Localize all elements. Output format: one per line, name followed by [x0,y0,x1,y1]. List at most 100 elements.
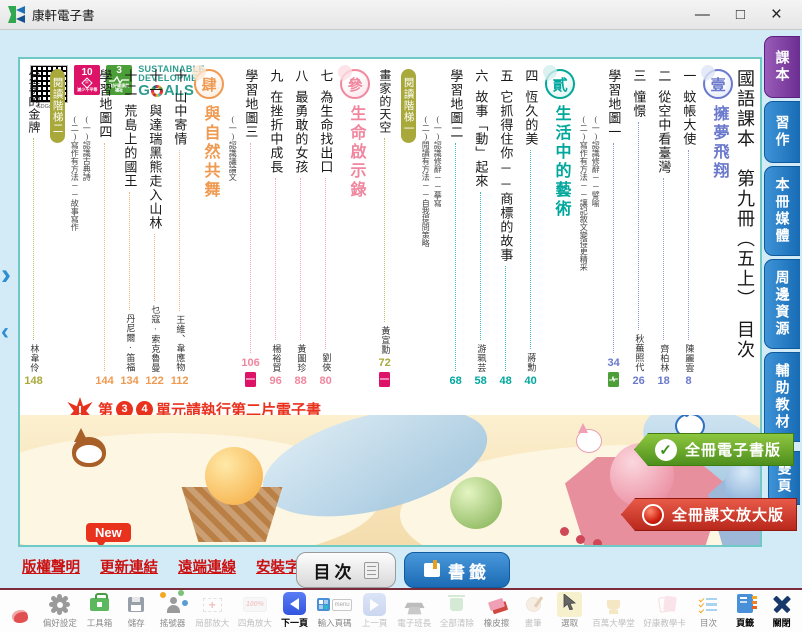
page-number: 122 [145,375,163,387]
toolbar-brush[interactable]: 畫筆 [519,591,547,630]
toc-entry[interactable]: 四 恆久的美 蔣勳 40 [519,69,542,387]
reading-ladder-1[interactable]: 閱讀階梯一 畫家的天空 黃宣勳 72 [372,69,419,387]
toc-entry[interactable]: 七 為生命找出口 劉俠 80 [314,69,337,387]
toolbar-save[interactable]: 儲存 [122,591,150,630]
toolbar-toolbox[interactable]: 工具箱 [86,591,114,630]
learning-map-3[interactable]: 學習地圖三 106 (一)認識議論文 [226,69,263,387]
dotted-leader [613,143,614,353]
dotted-leader [325,178,326,349]
ladder-title: 分享的金牌 [27,69,40,134]
bottom-toolbar: 偏好設定 工具箱 儲存 搖號器 + 局部放大 100% 四角放大 下一頁 men… [0,588,802,632]
dotted-leader [300,178,301,340]
unit-4-name: 與自然共舞 [201,105,218,200]
toolbar-next-page[interactable]: 下一頁 [281,590,309,630]
reading-ladder-2[interactable]: 閱讀階梯二 分享的金牌 林韋伶 148 [21,69,68,387]
toolbar-select[interactable]: 選取 [556,591,584,630]
toc-entry[interactable]: 十二 荒島上的國王 丹尼爾·笛福 134 [118,69,141,387]
next-page-chevron[interactable]: › [1,260,11,290]
menu-box: menu [332,599,352,611]
page-number: 106 [241,357,259,369]
update-link[interactable]: 更新連結 [100,556,158,577]
stamp-icon [12,610,28,623]
toolbar-prev-page[interactable]: 上一頁 [361,591,389,630]
toc-entry[interactable]: 六 故事「動」起來 游珮芸 58 [469,69,492,387]
toolbar-corner-zoom[interactable]: 100% 四角放大 [238,591,272,630]
side-tab-aids[interactable]: 輔助教材 [764,352,800,442]
toolbar-class-leader[interactable]: 電子班長 [397,591,431,630]
side-tab-resources[interactable]: 周邊資源 [764,259,800,349]
toolbar-stamp[interactable] [6,603,34,630]
toc-entry[interactable]: 八 最勇敢的女孩 黃圖珍 88 [289,69,312,387]
side-tab-textbook[interactable]: 課本 [764,36,800,98]
toc-entry[interactable]: 本冊生字 154 [18,121,20,387]
tab-bookmark[interactable]: 書籤 [404,552,510,588]
page-number: 40 [524,375,536,387]
toolbar-region-zoom[interactable]: + 局部放大 [195,591,229,630]
app-logo-icon [8,6,25,23]
page-number: 134 [120,375,138,387]
dotted-leader [505,266,506,371]
lesson-number: 十一 [148,69,162,97]
sdg-mini-badge-green [608,372,619,387]
sdg-mini-badge-pink [245,372,256,387]
side-tab-media[interactable]: 本冊媒體 [764,166,800,256]
ladder-pill: 閱讀階梯二 [50,69,65,143]
unit-1-header: 壹 擁夢飛翔 [701,69,735,387]
lesson-author: 蔣勳 [526,353,535,372]
toolbar-close[interactable]: 關閉 [768,590,796,630]
toolbar-teaching-cards[interactable]: 好康教學卡 [643,591,686,630]
unit-4-group: 肆 與自然共舞 十 山中寄情 王維、韋應物 112 十一 與達瑞黑熊走入山林 乜… [21,69,226,387]
brush-icon [526,597,541,612]
cat-mascot [576,429,602,453]
side-tab-workbook[interactable]: 習作 [764,101,800,163]
lesson-number: 五 [499,69,513,83]
toolbar-page-tabs[interactable]: 頁籤 [731,590,759,630]
remote-link[interactable]: 遠端連線 [178,556,236,577]
learning-map-2[interactable]: 學習地圖二 68 (一)認識修辭──摹寫 (二)閱讀有方法──自我提問策略 [419,69,468,387]
map-sub-item: (二)寫作有方法──讓記敘文變得更精采 [579,115,587,271]
region-zoom-icon: + [203,598,222,612]
toolbar-preferences[interactable]: 偏好設定 [43,591,77,630]
dotted-leader [688,150,689,340]
learning-map-1[interactable]: 學習地圖一 34 (一)認識修辭──譬喻 (二)寫作有方法──讓記敘文變得更精采 [577,69,626,387]
page-number: 18 [657,375,669,387]
toc-entry[interactable]: 九 在挫折中成長 楊裕貿 96 [264,69,287,387]
lesson-author: 黃圖珍 [296,344,305,373]
toc-entry[interactable]: 十 山中寄情 王維、韋應物 112 [168,69,191,387]
toc-entry[interactable]: 五 它抓得住你──商標的故事 48 [494,69,517,387]
lesson-author: 丹尼爾·笛福 [125,314,134,372]
toc-entry[interactable]: 十一 與達瑞黑熊走入山林 乜寇·索克魯曼 122 [143,69,166,387]
toolbox-icon [90,598,109,611]
close-button[interactable]: × [771,5,782,24]
toolbar-page-input[interactable]: menu 輸入頁碼 [317,591,352,630]
dotted-leader [275,178,276,340]
maximize-button[interactable]: □ [736,7,745,22]
dotted-leader [480,192,481,340]
full-ebook-label: 全冊電子書版 [685,439,781,460]
full-ebook-button[interactable]: ✓ 全冊電子書版 [634,433,794,466]
toolbar-quiz-game[interactable]: 百萬大學堂 [592,591,635,630]
tab-toc[interactable]: 目次 [296,552,396,588]
toc-entry[interactable]: 二 從空中看臺灣 齊柏林 18 [652,69,675,387]
trophy-icon [607,600,620,610]
enlarged-text-button[interactable]: 全冊課文放大版 [621,498,797,531]
page-number: 26 [632,375,644,387]
toolbar-eraser[interactable]: 橡皮擦 [483,591,511,630]
lesson-title: 恆久的美 [524,90,538,146]
page-number: 80 [319,375,331,387]
learning-map-4[interactable]: 學習地圖四 144 (一)認識古典詩 (二)寫作有方法──故事寫作 [68,69,117,387]
minimize-button[interactable]: — [695,7,710,22]
prev-page-chevron[interactable]: ‹ [1,320,9,344]
toolbar-clear-all[interactable]: 全部清除 [440,591,474,630]
toolbar-toc[interactable]: 目次 [695,591,723,630]
copyright-link[interactable]: 版權聲明 [22,556,80,577]
toc-entry[interactable]: 三 憧憬 秋蕪照代 26 [627,69,650,387]
save-icon [128,597,144,612]
toc-entry[interactable]: 一 蚊帳大使 陳麗雲 8 [677,69,700,387]
bead [560,527,569,536]
lesson-title: 它抓得住你──商標的故事 [499,90,513,262]
lesson-title: 為生命找出口 [319,90,333,174]
dotted-leader [250,143,251,353]
map-sub-item: (一)認識議論文 [228,115,236,181]
toolbar-picker[interactable]: 搖號器 [159,591,187,630]
